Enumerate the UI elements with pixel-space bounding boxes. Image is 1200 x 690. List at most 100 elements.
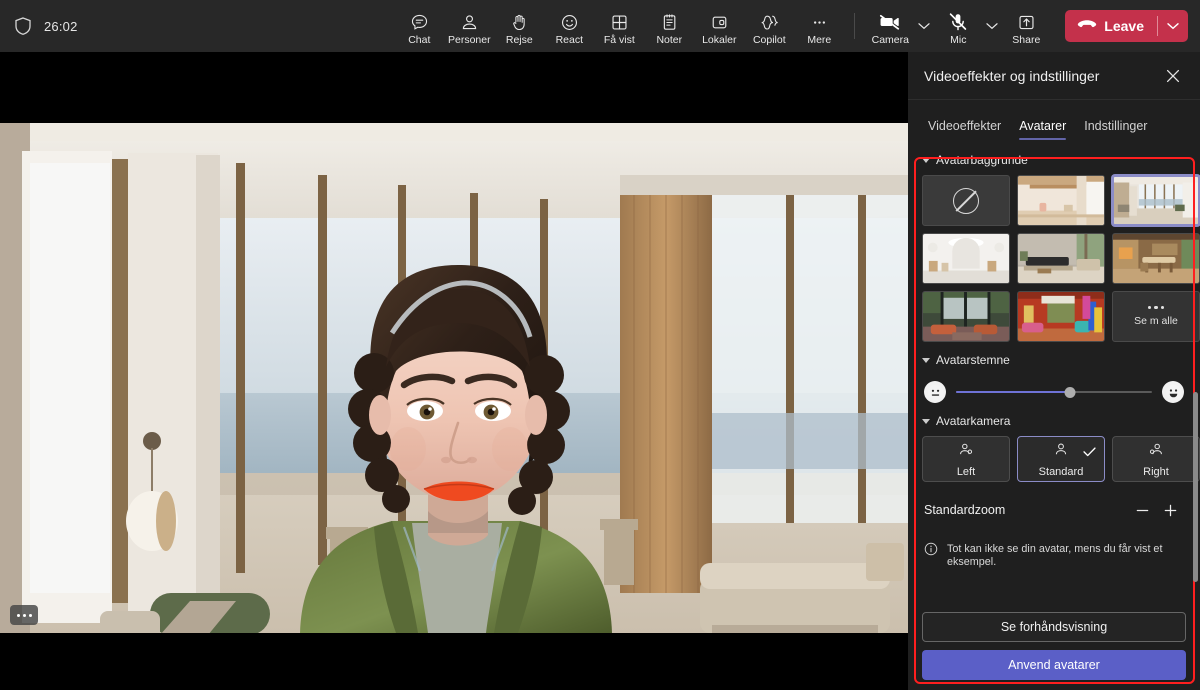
section-title: Avatarstemne — [936, 353, 1010, 367]
slider-thumb[interactable] — [1064, 387, 1075, 398]
background-option-white-gallery-hall[interactable] — [922, 233, 1010, 284]
avatar-backgrounds-grid: Se m alle — [922, 175, 1186, 342]
toolbar-label: Personer — [448, 34, 491, 46]
zoom-in-button[interactable] — [1156, 496, 1184, 524]
camera-option-label: Right — [1143, 466, 1169, 478]
person-left-icon — [957, 441, 975, 463]
toolbar-label: Noter — [656, 34, 682, 46]
thumb-image — [1018, 292, 1104, 341]
section-avatar-camera-header[interactable]: Avatarkamera — [922, 414, 1186, 428]
preview-info-text: Tot kan ikke se din avatar, mens du får … — [947, 542, 1184, 570]
neutral-face-icon — [924, 381, 946, 403]
people-icon — [460, 12, 479, 33]
close-icon[interactable] — [1158, 61, 1188, 91]
video-more-options-button[interactable] — [10, 605, 38, 625]
background-option-concrete-living-room[interactable] — [1017, 233, 1105, 284]
toolbar-label: React — [556, 34, 583, 46]
toolbar-button-react[interactable]: React — [544, 7, 594, 46]
tab-videoeffekter[interactable]: Videoeffekter — [920, 113, 1009, 142]
chevron-down-icon — [922, 419, 930, 424]
avatar-mood-slider[interactable] — [956, 381, 1152, 403]
toolbar-button-lokaler[interactable]: Lokaler — [694, 7, 744, 46]
zoom-out-button[interactable] — [1128, 496, 1156, 524]
section-title: Avatarbaggrunde — [936, 153, 1028, 167]
panel-footer: Se forhåndsvisning Anvend avatarer — [922, 612, 1186, 680]
preview-button[interactable]: Se forhåndsvisning — [922, 612, 1186, 642]
tab-avatarer[interactable]: Avatarer — [1011, 113, 1074, 142]
background-option-see-all[interactable]: Se m alle — [1112, 291, 1200, 342]
toolbar-divider — [854, 13, 855, 39]
info-circle-icon — [924, 542, 938, 561]
dot — [17, 614, 20, 617]
camera-toggle-button[interactable]: Camera — [865, 7, 915, 46]
video-stage — [0, 52, 908, 690]
leave-button[interactable]: Leave — [1065, 10, 1157, 42]
see-all-label: Se m alle — [1134, 315, 1178, 327]
avatar-scene — [0, 123, 908, 633]
toolbar-label: Mere — [807, 34, 831, 46]
slider-fill — [956, 391, 1070, 393]
preview-info-row: Tot kan ikke se din avatar, mens du får … — [922, 542, 1186, 570]
background-option-glass-patio-garden[interactable] — [922, 291, 1010, 342]
camera-option-label: Left — [957, 466, 975, 478]
dot — [29, 614, 32, 617]
toolbar-button-mere[interactable]: Mere — [794, 7, 844, 46]
camera-option-label: Standard — [1039, 466, 1084, 478]
teams-meeting-window: 26:02 Chat Personer Rejse — [0, 0, 1200, 690]
toolbar-label: Rejse — [506, 34, 533, 46]
section-avatar-backgrounds-header[interactable]: Avatarbaggrunde — [922, 153, 1186, 167]
panel-scrollbar[interactable] — [1193, 392, 1198, 582]
camera-chevron-down-icon[interactable] — [915, 6, 933, 46]
background-option-bright-office-windows[interactable] — [1112, 175, 1200, 226]
leave-label: Leave — [1104, 18, 1144, 34]
default-zoom-label: Standardzoom — [924, 503, 1128, 517]
section-avatar-mood-header[interactable]: Avatarstemne — [922, 353, 1186, 367]
toolbar-button-chat[interactable]: Chat — [394, 7, 444, 46]
toolbar-left-group: 26:02 — [0, 16, 394, 36]
hangup-icon — [1077, 17, 1097, 35]
toolbar-button-personer[interactable]: Personer — [444, 7, 494, 46]
toolbar-button-fa-vist[interactable]: Få vist — [594, 7, 644, 46]
background-option-red-colorful-lounge[interactable] — [1017, 291, 1105, 342]
checkmark-icon — [1083, 444, 1096, 462]
camera-option-left[interactable]: Left — [922, 436, 1010, 482]
avatar-video-tile[interactable] — [0, 123, 908, 633]
view-grid-icon — [610, 12, 629, 33]
toolbar-button-noter[interactable]: Noter — [644, 7, 694, 46]
more-dots-icon — [810, 12, 829, 33]
camera-option-right[interactable]: Right — [1112, 436, 1200, 482]
panel-tabs: Videoeffekter Avatarer Indstillinger — [908, 100, 1200, 142]
share-label: Share — [1012, 34, 1040, 46]
leave-meeting-group: Leave — [1065, 10, 1188, 42]
dot — [23, 614, 26, 617]
toolbar-button-copilot[interactable]: Copilot — [744, 7, 794, 46]
meeting-toolbar: 26:02 Chat Personer Rejse — [0, 0, 1200, 52]
toolbar-right-group: Camera Mic Share — [844, 6, 1200, 46]
panel-header: Videoeffekter og indstillinger — [908, 52, 1200, 100]
background-option-wood-dining-fireplace[interactable] — [1112, 233, 1200, 284]
mic-toggle-button[interactable]: Mic — [933, 7, 983, 46]
mic-chevron-down-icon[interactable] — [983, 6, 1001, 46]
background-option-none[interactable] — [922, 175, 1010, 226]
meeting-timer: 26:02 — [44, 19, 78, 34]
person-center-icon — [1052, 441, 1070, 463]
thumb-image — [923, 234, 1009, 283]
thumb-image — [1018, 176, 1104, 225]
copilot-icon — [759, 12, 779, 33]
tab-indstillinger[interactable]: Indstillinger — [1076, 113, 1155, 142]
shield-icon — [14, 16, 32, 36]
chevron-down-icon — [922, 358, 930, 363]
chat-icon — [410, 12, 429, 33]
camera-off-icon — [879, 12, 901, 33]
default-zoom-row: Standardzoom — [922, 496, 1186, 524]
toolbar-button-rejse[interactable]: Rejse — [494, 7, 544, 46]
no-background-icon — [953, 188, 979, 214]
leave-chevron-down-icon[interactable] — [1158, 10, 1188, 42]
share-button[interactable]: Share — [1001, 7, 1051, 46]
apply-avatars-button[interactable]: Anvend avatarer — [922, 650, 1186, 680]
share-up-icon — [1017, 12, 1036, 33]
dot — [1154, 306, 1157, 309]
background-option-warm-loft-room[interactable] — [1017, 175, 1105, 226]
panel-title: Videoeffekter og indstillinger — [924, 68, 1158, 84]
camera-option-standard[interactable]: Standard — [1017, 436, 1105, 482]
